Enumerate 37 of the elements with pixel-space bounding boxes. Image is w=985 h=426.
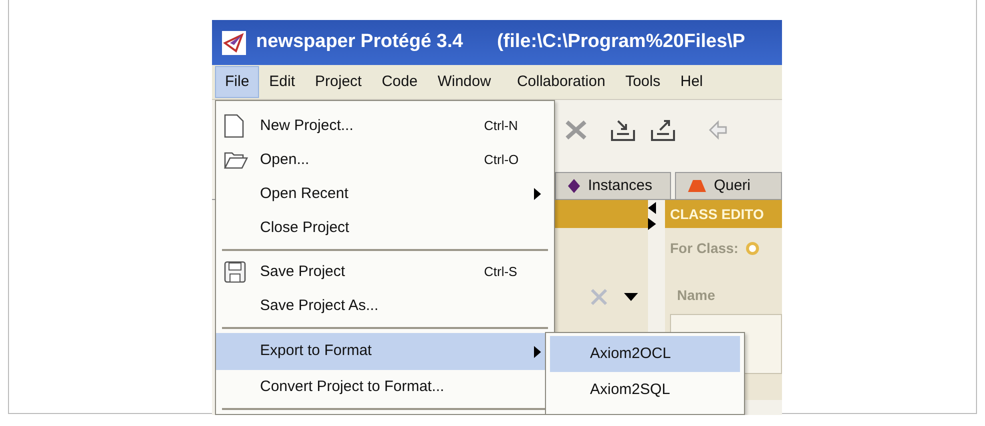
export-icon[interactable] (650, 118, 676, 142)
file-path: (file:\C:\Program%20Files\P (496, 30, 746, 54)
import-icon[interactable] (610, 118, 636, 142)
menu-item[interactable]: Edit (259, 66, 306, 98)
shortcut-label: Ctrl-N (484, 117, 518, 136)
menu-item[interactable]: Close Project (216, 211, 554, 245)
trapezoid-icon (688, 180, 706, 192)
document-icon (224, 114, 244, 138)
menu-item[interactable]: Tools (615, 66, 670, 98)
menu-item[interactable]: Collaboration (506, 66, 616, 98)
column-header: Name (677, 287, 716, 303)
shortcut-label: Ctrl-S (484, 263, 518, 282)
menu-item[interactable]: Axiom2OCL (550, 336, 740, 372)
menu-item[interactable]: Save Project As... (216, 289, 554, 323)
menu-item[interactable]: Open Recent (216, 177, 554, 211)
tab[interactable]: Instances (555, 172, 671, 199)
dropdown-icon[interactable] (624, 293, 638, 301)
menu-item[interactable]: Hel (670, 66, 713, 98)
for-class-label: For Class: (670, 239, 738, 258)
submenu-arrow-icon (534, 188, 541, 200)
menu-item[interactable]: File (215, 66, 260, 98)
window-title: newspaper Protégé 3.4 (256, 30, 463, 54)
shortcut-label: Ctrl-O (484, 151, 519, 170)
menu-item[interactable]: Project (305, 66, 372, 98)
app-logo-icon (222, 30, 246, 54)
panel-title: CLASS EDITO (665, 200, 782, 228)
menu-item[interactable]: Save Project Ctrl-S (216, 255, 554, 289)
diamond-icon (568, 178, 580, 193)
menu-item[interactable]: Axiom2SQL (550, 372, 740, 408)
folder-icon (224, 150, 248, 170)
menu-item[interactable]: Open... Ctrl-O (216, 143, 554, 177)
class-icon (746, 242, 760, 255)
menu-item[interactable]: Code (372, 66, 428, 98)
submenu-arrow-icon (534, 346, 541, 358)
tab[interactable]: Queri (674, 172, 782, 199)
menu-item[interactable]: Window (428, 66, 501, 98)
menu-item[interactable]: New Project... Ctrl-N (216, 109, 554, 143)
